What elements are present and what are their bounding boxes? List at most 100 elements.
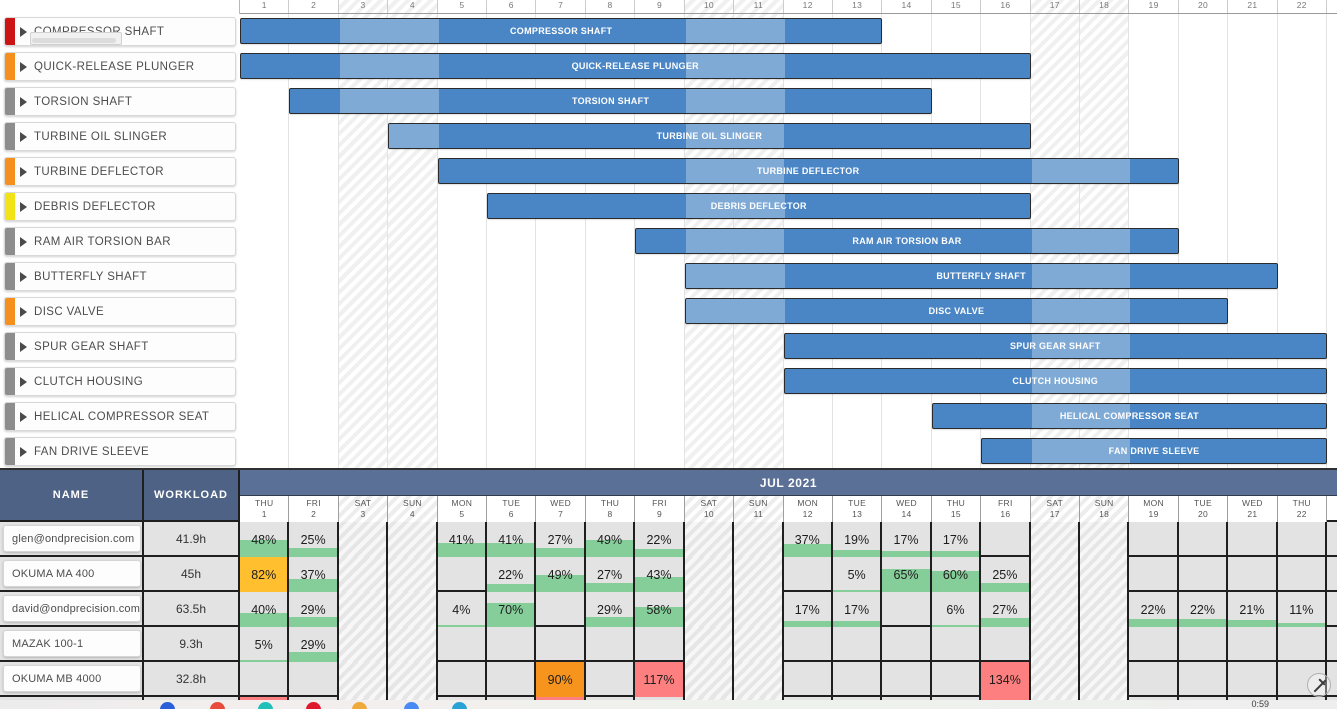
gantt-date-cell[interactable]: MON19 [1129, 0, 1179, 13]
workload-cell[interactable] [734, 627, 784, 662]
workload-cell[interactable]: 21% [1228, 592, 1278, 627]
workload-resource-name[interactable]: MAZAK 100-1 [3, 630, 141, 657]
workload-cell[interactable] [438, 662, 488, 697]
workload-cell[interactable] [882, 592, 932, 627]
workload-date-cell[interactable]: MON 5 [437, 496, 488, 522]
workload-cell[interactable] [338, 662, 389, 697]
workload-cell[interactable] [1179, 627, 1229, 662]
workload-cell[interactable]: 17% [832, 592, 883, 627]
workload-cell[interactable] [1228, 557, 1278, 592]
browser-icon[interactable] [210, 702, 225, 709]
workload-date-cell[interactable]: FRI 9 [635, 496, 685, 522]
workload-cell[interactable]: 29% [585, 592, 636, 627]
workload-date-cell[interactable]: TUE 20 [1178, 496, 1229, 522]
music-icon[interactable] [306, 702, 321, 709]
workload-cell[interactable] [734, 522, 784, 557]
workload-cell[interactable] [684, 557, 735, 592]
task-chip[interactable]: RAM AIR TORSION BAR [4, 227, 236, 256]
workload-cell[interactable]: 29% [289, 627, 339, 662]
task-list-row[interactable]: HELICAL COMPRESSOR SEAT [0, 399, 240, 434]
expand-triangle-icon[interactable] [15, 306, 31, 317]
chrome-icon[interactable] [404, 702, 419, 709]
workload-cell[interactable] [240, 662, 290, 697]
workload-cell[interactable] [388, 662, 438, 697]
workload-date-cell[interactable]: TUE 6 [487, 496, 537, 522]
workload-date-cell[interactable]: TUE 13 [832, 496, 883, 522]
workload-name-cell[interactable]: glen@ondprecision.com [0, 521, 144, 556]
task-chip[interactable]: TURBINE DEFLECTOR [4, 157, 236, 186]
gantt-date-cell[interactable]: TUE6 [487, 0, 537, 13]
task-chip[interactable]: HELICAL COMPRESSOR SEAT [4, 402, 236, 431]
gantt-date-cell[interactable]: SAT17 [1030, 0, 1080, 13]
workload-cell[interactable] [388, 627, 438, 662]
workload-rows-right[interactable]: 48% 25% 41% 41% 27% 49% 22% 37% 19% 17% 17% 82% 37% 2… [240, 522, 1337, 700]
expand-triangle-icon[interactable] [15, 26, 31, 37]
workload-cell[interactable]: 17% [783, 592, 833, 627]
workload-cell[interactable] [1079, 627, 1130, 662]
workload-cell[interactable] [338, 522, 389, 557]
workload-cell[interactable] [487, 662, 537, 697]
gantt-bar[interactable]: DISC VALVE [684, 298, 1229, 324]
workload-cell[interactable]: 17% [882, 522, 932, 557]
task-chip[interactable]: CLUTCH HOUSING [4, 367, 236, 396]
workload-cell[interactable]: 27% [981, 592, 1031, 627]
workload-cell[interactable] [1278, 522, 1328, 557]
gantt-date-cell[interactable]: FRI16 [981, 0, 1031, 13]
workload-cell[interactable]: 22% [1178, 592, 1229, 627]
workload-cell[interactable]: 25% [289, 522, 339, 557]
workload-cell[interactable] [438, 627, 488, 662]
task-chip[interactable]: BUTTERFLY SHAFT [4, 262, 236, 291]
workload-cell[interactable]: 90% [536, 662, 586, 697]
workload-name-cell[interactable]: OKUMA MA 400 [0, 556, 144, 591]
workload-cell[interactable]: 17% [931, 522, 982, 557]
workload-date-cell[interactable]: SAT 3 [338, 496, 389, 522]
gantt-date-cell[interactable]: MON12 [784, 0, 833, 13]
workload-cell[interactable] [1129, 627, 1179, 662]
horizontal-scrollbar[interactable] [30, 32, 122, 45]
workload-row-header[interactable]: OKUMA MA 400 45h [0, 556, 240, 592]
workload-cell[interactable] [289, 662, 339, 697]
workload-date-cell[interactable]: SUN 18 [1079, 496, 1130, 522]
gantt-task-list[interactable]: COMPRESSOR SHAFTQUICK-RELEASE PLUNGERTOR… [0, 0, 240, 468]
workload-cell[interactable] [1030, 557, 1080, 592]
task-chip[interactable]: DEBRIS DEFLECTOR [4, 192, 236, 221]
gantt-date-cell[interactable]: MON5 [438, 0, 488, 13]
workload-cell[interactable] [1129, 522, 1179, 557]
workload-cell[interactable] [1228, 627, 1278, 662]
gantt-date-cell[interactable]: THU15 [932, 0, 982, 13]
workload-cell[interactable] [784, 557, 833, 592]
workload-cell[interactable] [1079, 592, 1130, 627]
workload-cell[interactable] [1129, 662, 1179, 697]
workload-cell[interactable]: 49% [536, 557, 586, 592]
workload-cell[interactable]: 4% [437, 592, 488, 627]
workload-cell[interactable] [1030, 592, 1080, 627]
workload-cell[interactable]: 134% [981, 662, 1031, 697]
workload-resource-name[interactable]: glen@ondprecision.com [3, 525, 141, 552]
workload-cell[interactable] [1030, 662, 1080, 697]
task-list-row[interactable]: QUICK-RELEASE PLUNGER [0, 49, 240, 84]
task-chip[interactable]: QUICK-RELEASE PLUNGER [4, 52, 236, 81]
workload-date-cell[interactable]: FRI 2 [289, 496, 339, 522]
task-list-row[interactable]: DISC VALVE [0, 294, 240, 329]
resize-handle-icon[interactable] [1307, 673, 1331, 697]
task-list-row[interactable]: FAN DRIVE SLEEVE [0, 434, 240, 468]
expand-triangle-icon[interactable] [15, 341, 31, 352]
workload-cell[interactable] [932, 627, 982, 662]
mail-icon[interactable] [258, 702, 273, 709]
expand-triangle-icon[interactable] [15, 96, 31, 107]
files-icon[interactable] [160, 702, 175, 709]
workload-resource-name[interactable]: OKUMA MB 4000 [3, 665, 141, 692]
workload-resource-name[interactable]: david@ondprecision.com [3, 595, 141, 622]
workload-cell[interactable] [1228, 662, 1278, 697]
expand-triangle-icon[interactable] [15, 376, 31, 387]
workload-cell[interactable] [1278, 557, 1328, 592]
gantt-grid[interactable]: COMPRESSOR SHAFT QUICK-RELEASE PLUNGER TOR… [240, 0, 1337, 468]
workload-cell[interactable]: 5% [832, 557, 883, 592]
workload-cell[interactable]: 41% [437, 522, 488, 557]
workload-name-cell[interactable]: MAZAK 100-1 [0, 626, 144, 661]
task-chip[interactable]: TORSION SHAFT [4, 87, 236, 116]
workload-cell[interactable] [1129, 557, 1179, 592]
workload-cell[interactable] [684, 662, 735, 697]
workload-cell[interactable] [1179, 522, 1229, 557]
expand-triangle-icon[interactable] [15, 411, 31, 422]
